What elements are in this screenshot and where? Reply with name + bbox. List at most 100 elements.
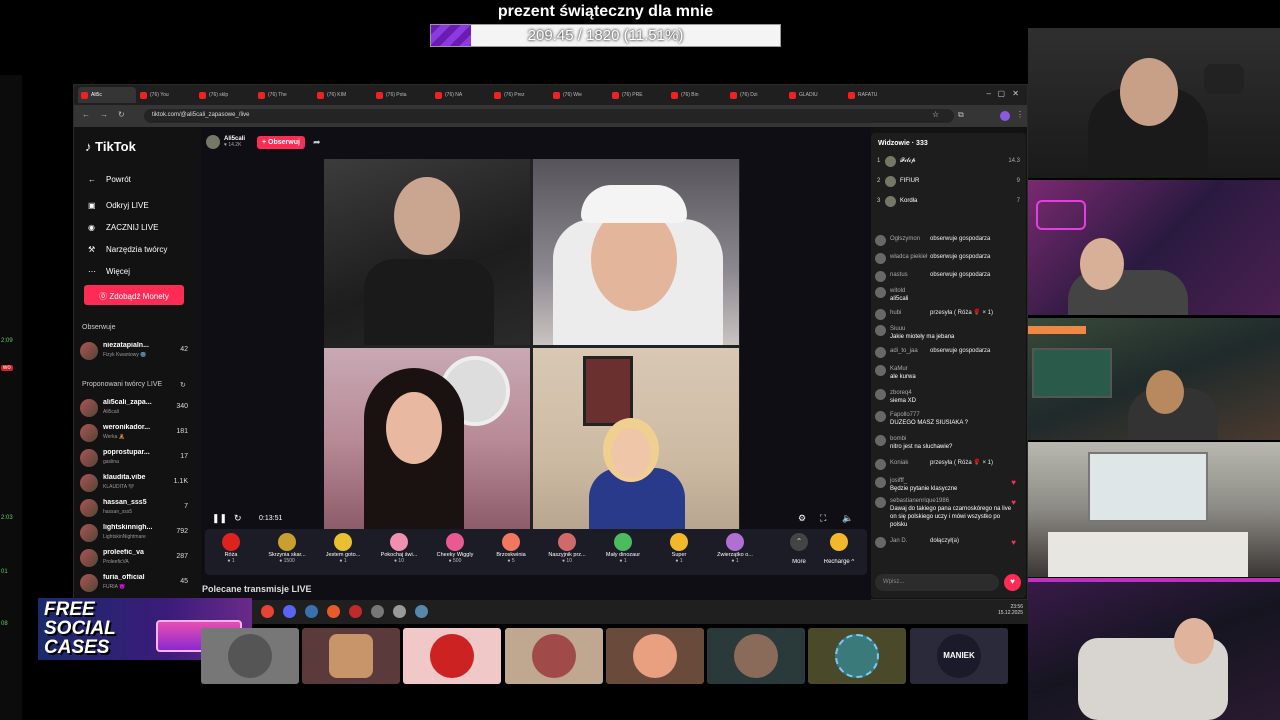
steam-icon[interactable]: [305, 605, 318, 618]
creator-item[interactable]: hassan_sss5 hassan_sss5 7: [80, 498, 190, 518]
top-viewer[interactable]: 2 FIFIUR 9: [877, 175, 1020, 189]
chat-username[interactable]: Fapollo777: [890, 411, 920, 419]
chat-username[interactable]: Ogłszymon: [890, 235, 920, 243]
creator-item[interactable]: ali5cali_zapa... Ali5cali 340: [80, 398, 190, 418]
settings-icon[interactable]: ⚙: [798, 513, 806, 524]
heart-icon[interactable]: ♥: [1011, 539, 1016, 547]
browser-tab[interactable]: (76) Prez: [491, 87, 549, 103]
chat-username[interactable]: KaMur: [890, 365, 908, 373]
get-coins-button[interactable]: ⓪ Zdobądź Monety: [84, 285, 184, 305]
creator-item[interactable]: klaudita.vibe KLAUDITA 🖤 1.1K: [80, 473, 190, 493]
creator-item[interactable]: lightskinnigh... LightskinNightmare 792: [80, 523, 190, 543]
gift-item[interactable]: Pokochaj świ... ● 10: [373, 531, 425, 573]
pause-icon[interactable]: ❚❚: [212, 513, 227, 524]
fullscreen-icon[interactable]: ⛶: [820, 513, 826, 524]
tiktok-logo[interactable]: ♪ TikTok: [85, 139, 136, 154]
top-viewer[interactable]: 3 Kordła 7: [877, 195, 1020, 209]
bookmark-star-icon[interactable]: ☆: [932, 110, 939, 119]
chat-username[interactable]: Jan D.: [890, 537, 907, 545]
chat-username[interactable]: Siuuu: [890, 325, 905, 333]
chat-username[interactable]: sebastianenrique1986: [890, 497, 949, 505]
stream-thumbnail[interactable]: [505, 628, 603, 684]
profile-avatar[interactable]: [1000, 111, 1010, 121]
sidebar-item-tools[interactable]: ⚒ Narzędzia twórcy: [88, 245, 167, 254]
app-icon[interactable]: [327, 605, 340, 618]
chat-username[interactable]: Koniak: [890, 459, 908, 467]
chat-username[interactable]: władca piekieł: [890, 253, 927, 261]
stream-thumbnail[interactable]: [201, 628, 299, 684]
browser-tab[interactable]: GLADIU: [786, 87, 844, 103]
back-icon[interactable]: ←: [82, 110, 90, 119]
browser-tab[interactable]: Ali5c: [78, 87, 136, 103]
stream-thumbnail[interactable]: [403, 628, 501, 684]
stream-thumbnail[interactable]: MANIEK: [910, 628, 1008, 684]
chrome-icon[interactable]: [261, 605, 274, 618]
browser-tab[interactable]: (76) PRE: [609, 87, 667, 103]
browser-tab[interactable]: (76) You: [137, 87, 195, 103]
gift-item[interactable]: Róża ● 1: [205, 531, 257, 573]
sidebar-item-back-arrow[interactable]: ← Powrót: [88, 175, 131, 184]
creator-item[interactable]: poprostupar... gaslina 17: [80, 448, 190, 468]
gift-item[interactable]: Cheeky Wiggly ● 500: [429, 531, 481, 573]
gift-item[interactable]: Skrzynia skar... ● 1500: [261, 531, 313, 573]
browser-tab[interactable]: (76) Bin: [668, 87, 726, 103]
chat-username[interactable]: zboreq4: [890, 389, 912, 397]
top-viewer[interactable]: 1 𝓕𝓲𝓵𝓲𝓹 14.3: [877, 155, 1020, 169]
extensions-icon[interactable]: ⧉: [958, 110, 964, 120]
browser-tab[interactable]: (76) Wie: [550, 87, 608, 103]
stream-thumbnail[interactable]: [808, 628, 906, 684]
browser-tab[interactable]: RAFATU: [845, 87, 903, 103]
multi-guest-video[interactable]: [324, 159, 740, 534]
chat-username[interactable]: adi_to_jaa: [890, 347, 918, 355]
chat-username[interactable]: josifff_: [890, 477, 907, 485]
creator-item[interactable]: furia_official FURIA 😈 45: [80, 573, 190, 593]
volume-icon[interactable]: 🔈: [842, 513, 853, 524]
recharge-button[interactable]: Recharge ^: [813, 531, 865, 573]
refresh-stream-icon[interactable]: ↻: [234, 513, 242, 524]
settings-icon[interactable]: [393, 605, 406, 618]
gift-item[interactable]: Jestem goto... ● 1: [317, 531, 369, 573]
chat-username[interactable]: hubi: [890, 309, 901, 317]
reload-icon[interactable]: ↻: [118, 110, 125, 119]
gift-item[interactable]: Naszyjnik prz... ● 10: [541, 531, 593, 573]
forward-icon[interactable]: →: [100, 110, 108, 119]
app-icon[interactable]: [371, 605, 384, 618]
browser-tab[interactable]: (76) Dzi: [727, 87, 785, 103]
browser-tab[interactable]: (76) The: [255, 87, 313, 103]
gift-item[interactable]: Zwierzątko o... ● 1: [709, 531, 761, 573]
browser-tab[interactable]: (76) Pota: [373, 87, 431, 103]
stream-thumbnail[interactable]: [707, 628, 805, 684]
creator-item[interactable]: niezatapialn... Fizyk Kwantowy 🌚 42: [80, 341, 190, 361]
chat-username[interactable]: bombi: [890, 435, 906, 443]
minimize-icon[interactable]: –: [987, 89, 991, 98]
chat-username[interactable]: nastus: [890, 271, 908, 279]
share-icon[interactable]: ➦: [313, 137, 321, 148]
sidebar-item-more[interactable]: ⋯ Więcej: [88, 267, 130, 276]
url-input[interactable]: tiktok.com/@ali5cali_zapasowe_/live: [144, 109, 954, 123]
sidebar-item-live[interactable]: ▣ Odkryj LIVE: [88, 201, 149, 210]
viewers-title[interactable]: Widzowie · 333: [878, 140, 928, 147]
sidebar-item-camera[interactable]: ◉ ZACZNIJ LIVE: [88, 223, 158, 232]
app-icon[interactable]: [349, 605, 362, 618]
creator-item[interactable]: proleefic_va ProleeficVA 287: [80, 548, 190, 568]
browser-tab[interactable]: (76) NA: [432, 87, 490, 103]
app-icon[interactable]: [415, 605, 428, 618]
gift-item[interactable]: Super ● 1: [653, 531, 705, 573]
heart-send-button[interactable]: ♥: [1004, 574, 1021, 591]
browser-tab[interactable]: (76) sklp: [196, 87, 254, 103]
close-icon[interactable]: ✕: [1012, 89, 1019, 98]
heart-icon[interactable]: ♥: [1011, 479, 1016, 487]
maximize-icon[interactable]: ▢: [997, 89, 1005, 98]
follow-button[interactable]: + Obserwuj: [257, 135, 305, 149]
host-avatar[interactable]: [206, 135, 220, 149]
chat-input[interactable]: Wpisz...: [875, 574, 999, 591]
heart-icon[interactable]: ♥: [1011, 499, 1016, 507]
creator-item[interactable]: weronikador... Werka 🧸 181: [80, 423, 190, 443]
discord-icon[interactable]: [283, 605, 296, 618]
gift-item[interactable]: Mały dinozaur ● 1: [597, 531, 649, 573]
menu-icon[interactable]: ⋮: [1016, 110, 1024, 119]
gift-item[interactable]: Brzoskwinia ● 5: [485, 531, 537, 573]
refresh-icon[interactable]: ↻: [180, 381, 186, 389]
stream-thumbnail[interactable]: [302, 628, 400, 684]
chat-username[interactable]: witold: [890, 287, 905, 295]
